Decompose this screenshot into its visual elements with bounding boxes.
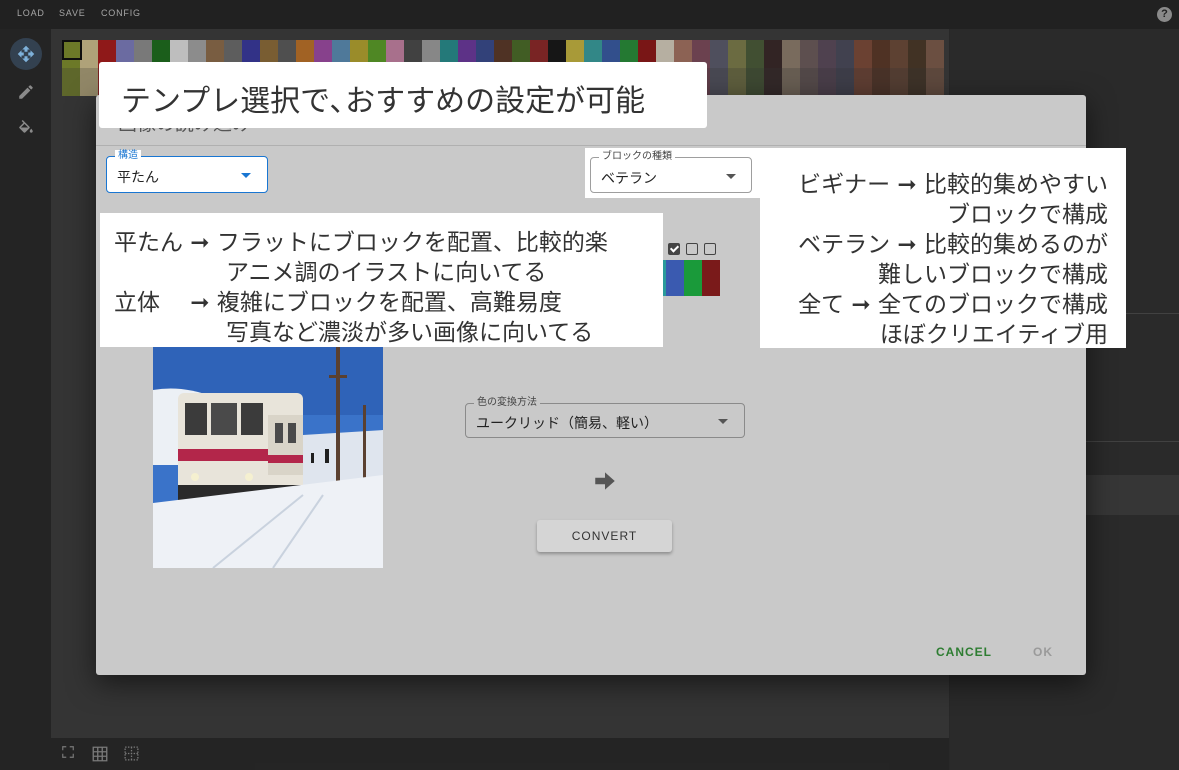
preview-swatch: [702, 260, 720, 296]
chevron-down-icon: [718, 419, 728, 424]
annotation-line: ブロックで構成: [947, 202, 1108, 228]
structure-select[interactable]: 構造 平たん: [106, 150, 268, 193]
annotation-line: アニメ調のイラストに向いてる: [226, 260, 547, 286]
block-type-annotation: ビギナー ➞ 比較的集めやすい ブロックで構成 ベテラン ➞ 比較的集めるのが …: [760, 148, 1126, 348]
block-type-select[interactable]: ブロックの種類 ベテラン: [590, 151, 752, 193]
preview-swatch: [684, 260, 702, 296]
block-checkbox[interactable]: [668, 243, 680, 255]
structure-select-value: 平たん: [117, 169, 159, 185]
image-preview: [153, 345, 383, 568]
color-method-select[interactable]: 色の変換方法 ユークリッド（簡易、軽い）: [465, 397, 745, 438]
color-method-select-value: ユークリッド（簡易、軽い）: [476, 415, 658, 431]
annotation-line: ほぼクリエイティブ用: [879, 322, 1108, 348]
chevron-down-icon: [241, 173, 251, 178]
block-type-select-value: ベテラン: [601, 170, 657, 186]
chevron-down-icon: [726, 174, 736, 179]
block-type-select-label: ブロックの種類: [599, 151, 675, 163]
divider: [96, 145, 1086, 146]
annotation-line: 立体 ➞ 複雑にブロックを配置、高難易度: [114, 290, 562, 316]
annotation-line: 写真など濃淡が多い画像に向いてる: [226, 320, 594, 346]
annotation-line: ビギナー ➞ 比較的集めやすい: [798, 172, 1108, 198]
color-method-select-label: 色の変換方法: [474, 397, 540, 409]
annotation-line: ベテラン ➞ 比較的集めるのが: [798, 232, 1108, 258]
convert-button[interactable]: CONVERT: [537, 520, 672, 552]
annotation-text: テンプレ選択で､おすすめの設定が可能: [121, 84, 646, 119]
block-checkbox[interactable]: [704, 243, 716, 255]
preview-swatch: [666, 260, 684, 296]
arrow-right-icon: [595, 472, 615, 490]
ok-button: OK: [1033, 645, 1053, 659]
cancel-button[interactable]: CANCEL: [936, 645, 992, 659]
structure-select-label: 構造: [115, 150, 141, 162]
train-photo: [153, 345, 383, 568]
structure-annotation: 平たん ➞ フラットにブロックを配置、比較的楽 アニメ調のイラストに向いてる 立…: [100, 213, 663, 347]
block-checkbox[interactable]: [686, 243, 698, 255]
annotation-line: 難しいブロックで構成: [878, 262, 1108, 288]
annotation-line: 平たん ➞ フラットにブロックを配置、比較的楽: [114, 230, 608, 256]
annotation-line: 全て ➞ 全てのブロックで構成: [798, 292, 1108, 318]
template-annotation: テンプレ選択で､おすすめの設定が可能: [99, 62, 707, 128]
